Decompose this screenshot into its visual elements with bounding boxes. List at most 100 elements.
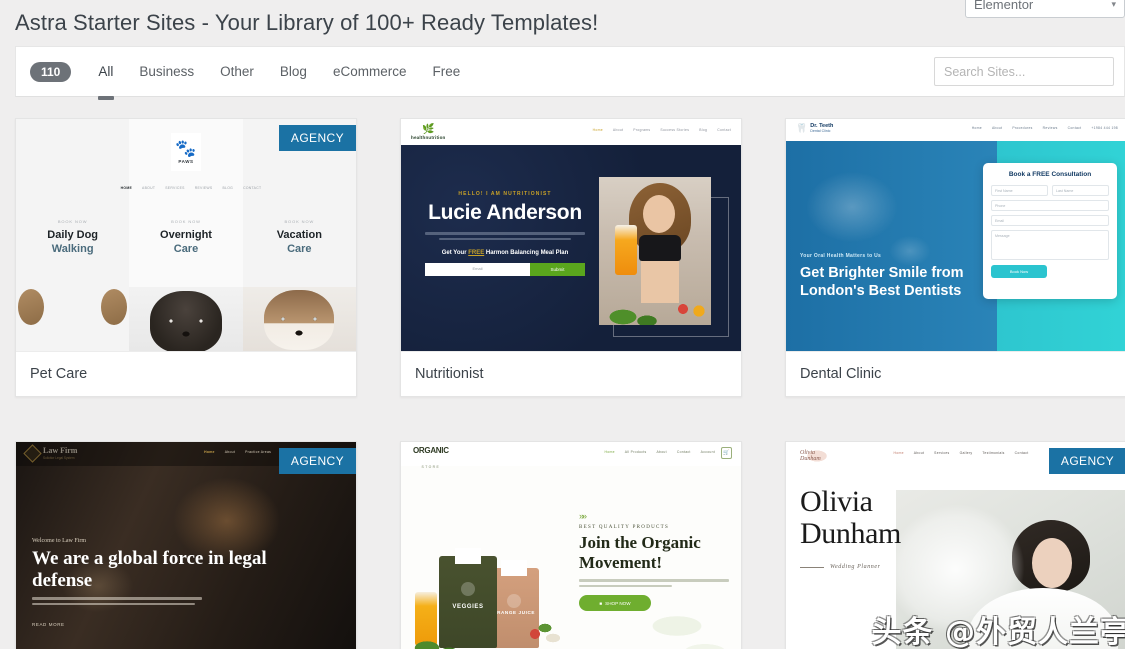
subtitle-rule (800, 566, 824, 568)
wed-nav-item-5: Contact (1014, 451, 1029, 455)
message-row: Message (991, 230, 1109, 260)
law-heading: We are a global force in legal defense (32, 548, 267, 592)
wed-nav-item-1: About (913, 451, 925, 455)
dental-hero: Your Oral Health Matters to Us Get Brigh… (786, 141, 1125, 351)
filter-all[interactable]: All (85, 47, 126, 96)
filter-free[interactable]: Free (419, 47, 473, 96)
dog-photo-1 (16, 287, 129, 351)
paw-icon: 🐾 (175, 139, 197, 158)
law-read-more-button[interactable]: READ MORE (32, 622, 65, 627)
shop-now-label: SHOP NOW (605, 600, 631, 606)
pet-column-3: BOOK NOW Vacation Care (242, 119, 356, 351)
wedding-subtitle: Wedding Planner (800, 564, 881, 570)
email-field[interactable]: Email (991, 215, 1109, 226)
pet-column-1: BOOK NOW Daily Dog Walking (16, 119, 129, 351)
template-card-law-firm[interactable]: AGENCY Law Firm Solicitor Legal System H… (15, 441, 357, 649)
filter-blog[interactable]: Blog (267, 47, 320, 96)
pet-nav-item-5: CONTACT (243, 186, 262, 190)
pet-heading-3-line2: Care (287, 242, 312, 255)
org-nav-item-4: Account (700, 450, 715, 454)
organic-preview: ORGANIC STORE Home All Products About Co… (401, 442, 741, 649)
shop-now-button[interactable]: ■ SHOP NOW (579, 595, 651, 612)
template-card-dental-clinic[interactable]: 🦷 Dr. Teeth Dental Clinic Home About Pro… (785, 118, 1125, 397)
filter-ecommerce[interactable]: eCommerce (320, 47, 420, 96)
top-shape (639, 235, 681, 261)
organic-eyebrow: BEST QUALITY PRODUCTS (579, 525, 670, 530)
form-title: Book a FREE Consultation (1008, 171, 1092, 178)
organic-nav: Home All Products About Contact Account (401, 450, 741, 454)
submit-button[interactable]: Submit (530, 263, 585, 276)
last-name-field[interactable]: Last Name (1052, 185, 1109, 196)
den-nav-item-0: Home (971, 126, 982, 130)
nut-nav-item-2: Programs (633, 128, 651, 132)
nutritionist-preview: 🌿 healthnutrition Home About Programs Su… (401, 119, 741, 351)
filter-list: All Business Other Blog eCommerce Free (85, 47, 473, 96)
pet-logo: 🐾 PAWS (171, 133, 201, 171)
org-nav-item-1: All Products (624, 450, 647, 454)
organic-header: ORGANIC STORE Home All Products About Co… (401, 442, 741, 469)
nutritionist-photo (599, 177, 711, 325)
dog-photo-3 (242, 287, 356, 351)
wedding-heading-line1: Olivia (800, 485, 873, 518)
dog-photo-2 (129, 287, 243, 351)
greens-shape (603, 295, 663, 325)
bag-label-1: VEGGIES (452, 604, 484, 610)
nut-nav-item-3: Success Stories (660, 128, 690, 132)
site-count-badge: 110 (30, 61, 72, 82)
org-nav-item-0: Home (604, 450, 615, 454)
page-builder-select[interactable]: Elementor ▾ (965, 0, 1125, 18)
law-nav-item-2: Practice Areas (245, 450, 272, 454)
search-container (934, 57, 1114, 86)
pet-brand: PAWS (178, 159, 194, 164)
watermark: 头条 @外贸人兰亭 (871, 615, 1125, 649)
status-badge: AGENCY (278, 125, 356, 151)
herb-garnish (409, 626, 467, 649)
pet-service-2: BOOK NOW Overnight Care (129, 219, 242, 257)
chevron-down-icon: ▾ (1111, 0, 1116, 9)
pet-heading-2-line2: Care (173, 242, 199, 255)
nut-nav-item-1: About (612, 128, 624, 132)
nut-nav-item-0: Home (592, 128, 603, 132)
face-shape (643, 195, 675, 233)
cart-small-icon: ■ (599, 600, 603, 606)
filter-business[interactable]: Business (126, 47, 207, 96)
wedding-heading: Olivia Dunham (800, 486, 901, 550)
bag-tab (455, 548, 481, 564)
phone-row: Phone (991, 200, 1109, 211)
nutritionist-name: Lucie Anderson (428, 201, 582, 224)
cta-post: Harmon Balancing Meal Plan (484, 250, 569, 256)
wed-nav-item-4: Testimonials (982, 451, 1005, 455)
pet-heading-3: Vacation Care (243, 229, 356, 257)
pet-heading-1-line1: Daily Dog (47, 229, 99, 241)
pet-heading-1: Daily Dog Walking (16, 229, 129, 257)
name-row: First Name Last Name (991, 185, 1109, 196)
wedding-heading-line2: Dunham (800, 516, 901, 550)
nut-nav-item-4: Blog (699, 128, 708, 132)
bag-seal (461, 582, 475, 596)
pet-eyebrow-1: BOOK NOW (57, 219, 88, 224)
den-nav-phone: +1984 444 198 (1091, 126, 1118, 130)
pet-heading-3-line1: Vacation (276, 229, 322, 241)
pet-heading-1-line2: Walking (51, 242, 94, 255)
template-card-nutritionist[interactable]: 🌿 healthnutrition Home About Programs Su… (400, 118, 742, 397)
pet-heading-2: Overnight Care (129, 229, 242, 257)
org-nav-item-3: Contact (676, 450, 691, 454)
filter-other[interactable]: Other (207, 47, 267, 96)
nutritionist-brand: healthnutrition (411, 135, 446, 140)
phone-field[interactable]: Phone (991, 200, 1109, 211)
header-bar: Astra Starter Sites - Your Library of 10… (0, 0, 1125, 46)
nutritionist-eyebrow: HELLO! I AM NUTRITIONIST (458, 191, 552, 197)
first-name-field[interactable]: First Name (991, 185, 1048, 196)
template-card-organic-store[interactable]: ORGANIC STORE Home All Products About Co… (400, 441, 742, 649)
dental-header: 🦷 Dr. Teeth Dental Clinic Home About Pro… (786, 119, 1125, 141)
dental-eyebrow: Your Oral Health Matters to Us (800, 253, 882, 259)
message-field[interactable]: Message (991, 230, 1109, 260)
page-title: Astra Starter Sites - Your Library of 10… (15, 10, 599, 35)
book-now-button[interactable]: Book Now (991, 265, 1047, 278)
org-nav-item-2: About (656, 450, 667, 454)
template-card-pet-care[interactable]: AGENCY BOOK NOW Daily Dog Walking BOOK N… (15, 118, 357, 397)
den-nav-item-3: Reviews (1042, 126, 1058, 130)
email-field[interactable]: Email (425, 263, 530, 276)
search-input[interactable] (934, 57, 1114, 86)
cta-link: FREE (468, 250, 485, 256)
